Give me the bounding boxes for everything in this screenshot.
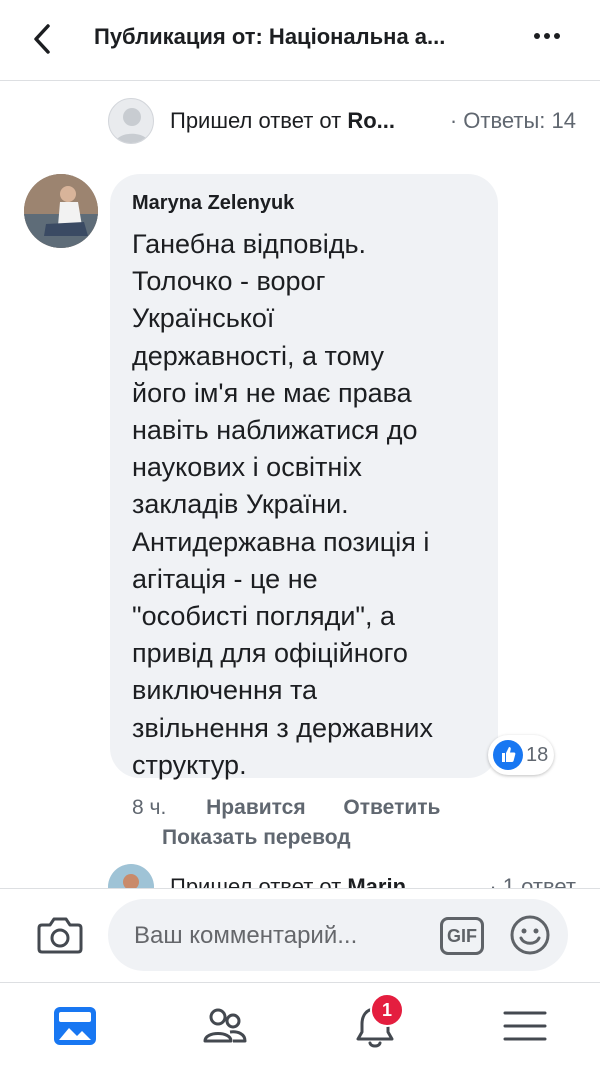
like-reaction-icon	[493, 740, 523, 770]
smiley-icon	[510, 915, 550, 955]
comment-text: Ганебна відповідь. Толочко - ворог Украї…	[132, 229, 433, 780]
avatar	[108, 98, 154, 144]
show-translation-link[interactable]: Показать перевод	[162, 826, 351, 850]
more-dots-icon	[534, 33, 540, 39]
commenter-avatar[interactable]	[24, 174, 98, 248]
chevron-left-icon	[34, 24, 50, 54]
back-button[interactable]	[26, 18, 66, 62]
camera-button[interactable]	[36, 913, 84, 957]
hamburger-menu-icon	[503, 1011, 547, 1041]
page-title: Публикация от: Національна а...	[94, 24, 446, 49]
replies-thread-label: Пришел ответ от Ro...	[170, 108, 396, 133]
reactions-badge[interactable]: 18	[488, 735, 554, 775]
reply-author-name: Ro...	[347, 108, 396, 133]
default-avatar-icon	[114, 108, 150, 143]
bottom-navigation: 1	[0, 982, 600, 1066]
nav-friends[interactable]	[200, 1001, 250, 1051]
nav-menu[interactable]	[500, 1001, 550, 1051]
notification-badge: 1	[370, 993, 404, 1027]
like-button[interactable]: Нравится	[206, 796, 305, 819]
nav-news-feed[interactable]	[50, 1001, 100, 1051]
comment-composer: GIF	[0, 888, 600, 981]
comment-input[interactable]	[132, 913, 426, 959]
friends-icon	[203, 1008, 247, 1043]
more-options-button[interactable]	[534, 26, 574, 52]
replies-count: · Ответы: 14	[449, 108, 576, 133]
photo-avatar-icon	[24, 174, 98, 248]
comment-timestamp: 8 ч.	[132, 796, 167, 819]
gif-button[interactable]: GIF	[440, 917, 484, 955]
comment-author[interactable]: Maryna Zelenyuk	[132, 192, 294, 215]
news-feed-icon	[54, 1007, 96, 1045]
reply-button[interactable]: Ответить	[343, 796, 440, 819]
comment-actions: 8 ч. Нравится Ответить	[132, 796, 472, 826]
emoji-button[interactable]	[508, 913, 552, 957]
reaction-count: 18	[526, 744, 549, 766]
camera-icon	[37, 917, 83, 954]
top-bar: Публикация от: Національна а...	[0, 0, 600, 81]
nav-notifications[interactable]: 1	[350, 993, 404, 1051]
replies-thread-top[interactable]: Пришел ответ от Ro... · Ответы: 14	[108, 98, 588, 146]
comment-bubble[interactable]: Maryna Zelenyuk Ганебна відповідь. Толоч…	[110, 174, 498, 780]
comment-input-wrapper: GIF	[108, 899, 568, 971]
